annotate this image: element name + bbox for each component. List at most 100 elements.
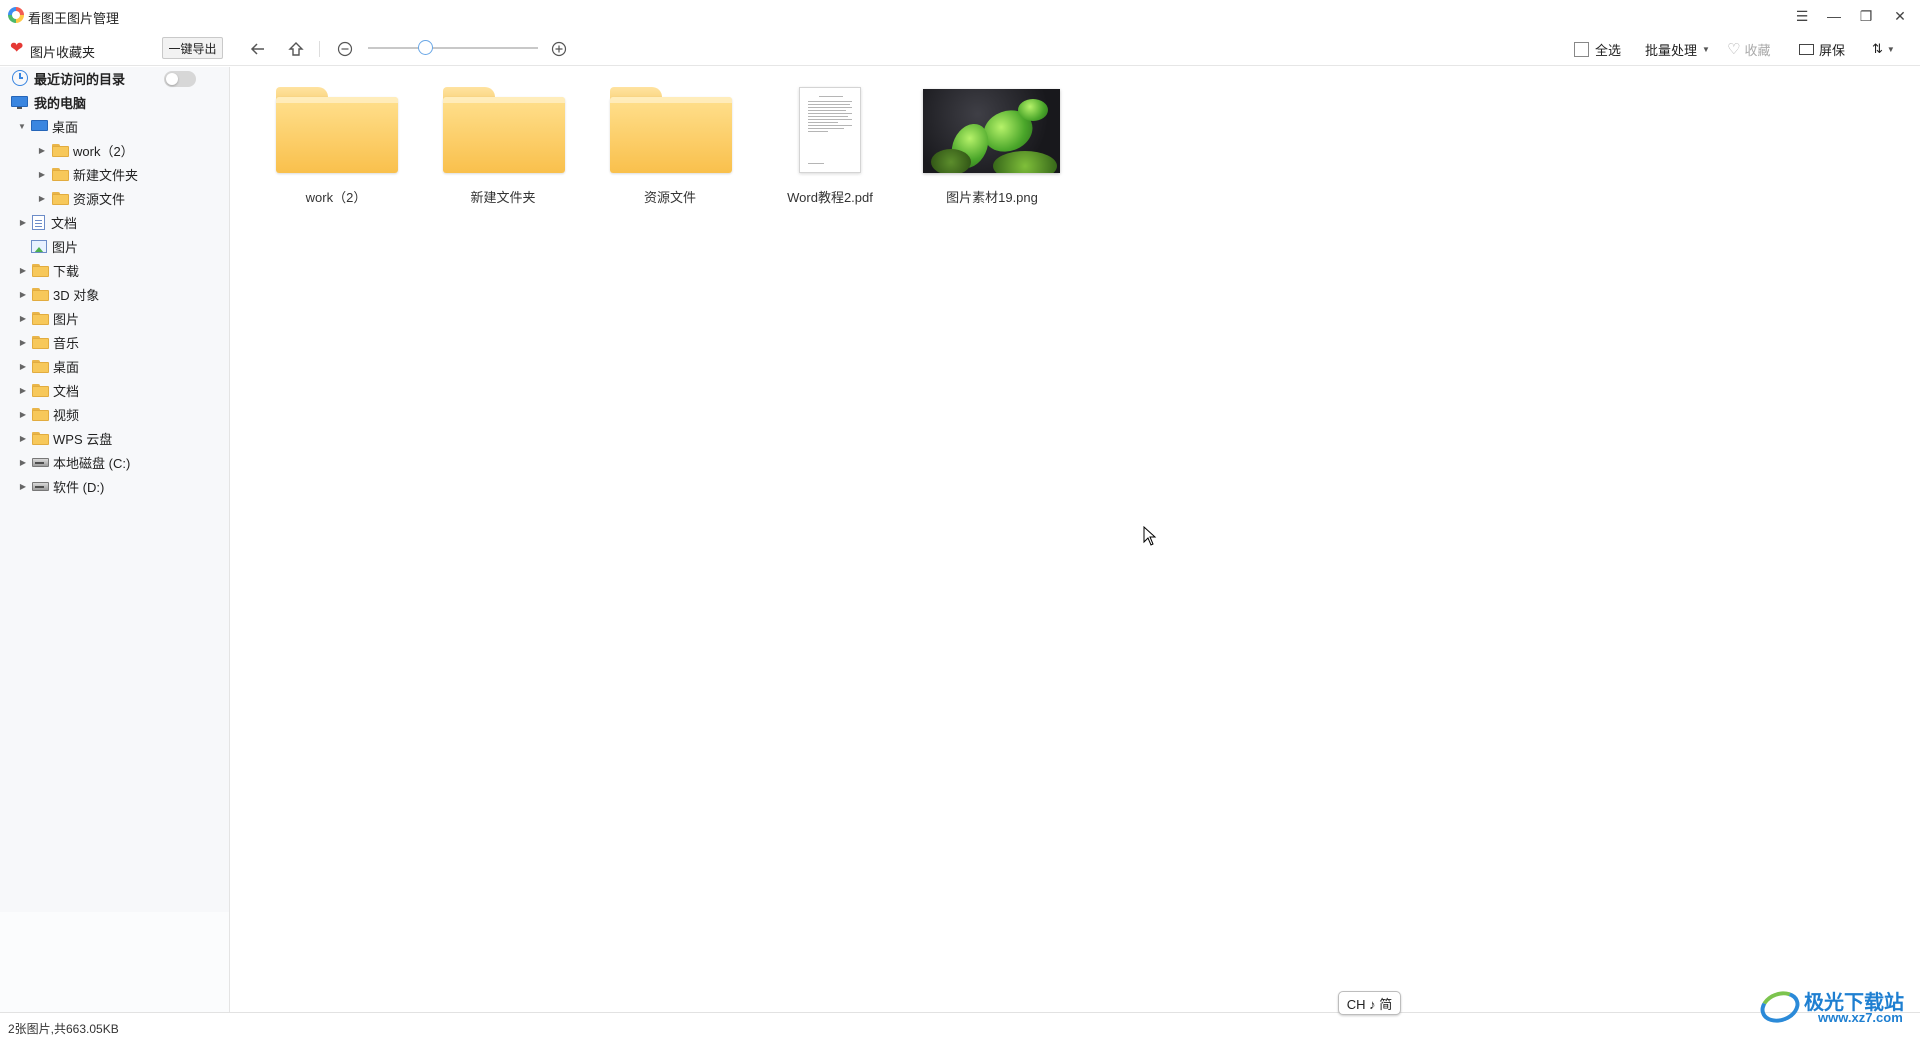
sidebar-item-desktop[interactable]: ▼ 桌面 — [0, 115, 230, 137]
expand-right-icon[interactable]: ▶ — [18, 409, 28, 419]
file-tile-folder[interactable]: 资源文件 — [585, 77, 735, 207]
sidebar-item-pictures[interactable]: 图片 — [0, 235, 230, 257]
sidebar-item-label: 我的电脑 — [34, 95, 87, 111]
folder-icon — [32, 383, 49, 397]
sidebar-item-videos[interactable]: ▶ 视频 — [0, 403, 230, 425]
sidebar-item-3d-objects[interactable]: ▶ 3D 对象 — [0, 283, 230, 305]
expand-right-icon[interactable]: ▶ — [18, 265, 28, 275]
folder-icon — [32, 263, 49, 277]
sidebar-item-label: 文档 — [51, 215, 78, 231]
app-logo-icon — [8, 7, 24, 23]
sidebar-item-my-computer[interactable]: 我的电脑 — [0, 91, 230, 113]
sidebar-item-label: 最近访问的目录 — [34, 71, 126, 87]
expand-right-icon[interactable]: ▶ — [18, 433, 28, 443]
status-text: 2张图片,共663.05KB — [8, 1022, 119, 1036]
file-name: Word教程2.pdf — [787, 190, 873, 205]
monitor-icon — [1799, 43, 1814, 55]
batch-dropdown[interactable]: 批量处理 ▼ — [1645, 32, 1710, 66]
folder-icon — [32, 335, 49, 349]
minimize-button[interactable]: — — [1822, 4, 1846, 28]
sidebar-item-drive-c[interactable]: ▶ 本地磁盘 (C:) — [0, 451, 230, 473]
sidebar-item-work[interactable]: ▶ work（2） — [0, 139, 230, 161]
restore-button[interactable]: ❐ — [1854, 4, 1878, 28]
expand-right-icon[interactable]: ▶ — [18, 361, 28, 371]
sidebar-item-label: 软件 (D:) — [53, 479, 105, 495]
folder-icon — [52, 167, 69, 181]
up-arrow-icon[interactable] — [286, 39, 306, 59]
sidebar-item-label: 图片 — [53, 311, 80, 327]
sidebar-item-label: 3D 对象 — [53, 287, 100, 303]
favorites-label[interactable]: 图片收藏夹 — [30, 42, 95, 61]
expand-right-icon[interactable]: ▶ — [18, 481, 28, 491]
heart-outline-icon: ♡ — [1727, 41, 1741, 58]
folder-icon — [276, 87, 398, 173]
image-thumbnail — [923, 89, 1060, 173]
folder-icon — [32, 359, 49, 373]
folder-icon — [32, 311, 49, 325]
sidebar-item-documents-folder[interactable]: ▶ 文档 — [0, 379, 230, 401]
sidebar-item-label: 文档 — [53, 383, 80, 399]
drive-icon — [32, 481, 49, 491]
expand-right-icon[interactable]: ▶ — [37, 193, 47, 203]
file-tile-pdf[interactable]: Word教程2.pdf — [751, 77, 901, 207]
sidebar-item-label: 本地磁盘 (C:) — [53, 455, 131, 471]
expand-right-icon[interactable]: ▶ — [18, 457, 28, 467]
sidebar-item-downloads[interactable]: ▶ 下载 — [0, 259, 230, 281]
sidebar-item-resources[interactable]: ▶ 资源文件 — [0, 187, 230, 209]
folder-icon — [52, 191, 69, 205]
screensaver-button[interactable]: 屏保 — [1799, 32, 1845, 66]
expand-right-icon[interactable]: ▶ — [18, 313, 28, 323]
sidebar-item-desktop-folder[interactable]: ▶ 桌面 — [0, 355, 230, 377]
file-tile-folder[interactable]: work（2） — [251, 77, 401, 207]
mouse-cursor-icon — [1143, 526, 1157, 546]
watermark: 极光下载站 www.xz7.com — [1756, 984, 1920, 1028]
select-all-control[interactable]: 全选 — [1574, 32, 1621, 66]
sidebar-item-label: 图片 — [52, 239, 79, 255]
zoom-slider-track[interactable] — [368, 47, 538, 49]
sidebar-blank-area — [0, 912, 230, 1012]
select-all-checkbox[interactable] — [1574, 41, 1589, 57]
expand-right-icon[interactable]: ▶ — [37, 145, 47, 155]
collect-label: 收藏 — [1744, 42, 1771, 58]
zoom-in-icon[interactable] — [549, 39, 569, 59]
file-tile-folder[interactable]: 新建文件夹 — [418, 77, 568, 207]
sidebar-item-new-folder[interactable]: ▶ 新建文件夹 — [0, 163, 230, 185]
batch-label: 批量处理 — [1645, 42, 1698, 58]
sidebar-item-music[interactable]: ▶ 音乐 — [0, 331, 230, 353]
file-name: work（2） — [305, 190, 367, 205]
app-title: 看图王图片管理 — [28, 11, 120, 26]
menu-icon[interactable]: ☰ — [1790, 4, 1814, 28]
watermark-url: www.xz7.com — [1818, 1010, 1903, 1025]
sort-dropdown[interactable]: ⇅ ▼ — [1872, 32, 1895, 66]
expand-right-icon[interactable]: ▶ — [37, 169, 47, 179]
sidebar-item-label: 新建文件夹 — [73, 167, 139, 183]
file-name: 图片素材19.png — [946, 190, 1038, 205]
sidebar-item-documents[interactable]: ▶ 文档 — [0, 211, 230, 233]
sort-icon: ⇅ — [1872, 41, 1883, 56]
ime-indicator[interactable]: CH ♪ 简 — [1338, 991, 1401, 1015]
pdf-thumbnail — [799, 87, 861, 173]
screensaver-label: 屏保 — [1819, 42, 1846, 58]
folder-icon — [610, 87, 732, 173]
picture-icon — [31, 239, 47, 253]
folder-icon — [443, 87, 565, 173]
zoom-slider-handle[interactable] — [418, 40, 433, 55]
recent-toggle-switch[interactable] — [164, 71, 196, 87]
close-button[interactable]: ✕ — [1888, 4, 1912, 28]
sidebar-item-wps-cloud[interactable]: ▶ WPS 云盘 — [0, 427, 230, 449]
sidebar-item-drive-d[interactable]: ▶ 软件 (D:) — [0, 475, 230, 497]
drive-icon — [32, 457, 49, 467]
back-arrow-icon[interactable] — [248, 39, 268, 59]
desktop-icon — [31, 119, 48, 133]
file-tile-image[interactable]: 图片素材19.png — [917, 77, 1067, 207]
zoom-out-icon[interactable] — [335, 39, 355, 59]
sidebar-item-pictures-folder[interactable]: ▶ 图片 — [0, 307, 230, 329]
expand-right-icon[interactable]: ▶ — [18, 337, 28, 347]
heart-icon[interactable]: ❤ — [10, 41, 26, 57]
collect-button[interactable]: ♡ 收藏 — [1727, 32, 1770, 66]
expand-right-icon[interactable]: ▶ — [18, 385, 28, 395]
expand-right-icon[interactable]: ▶ — [18, 217, 28, 227]
export-button[interactable]: 一键导出 — [162, 37, 223, 59]
expand-down-icon[interactable]: ▼ — [17, 121, 27, 131]
expand-right-icon[interactable]: ▶ — [18, 289, 28, 299]
